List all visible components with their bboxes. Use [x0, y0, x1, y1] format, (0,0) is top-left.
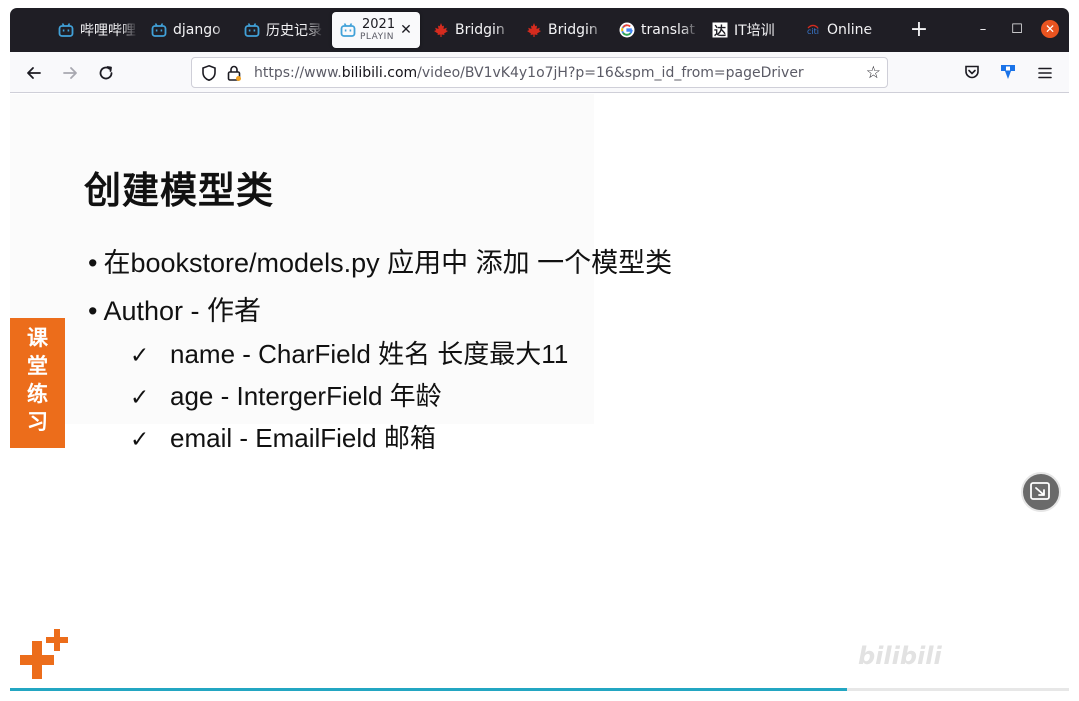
back-button[interactable] [22, 61, 46, 85]
close-window-button[interactable]: ✕ [1041, 20, 1059, 38]
slide-check-item: ✓ name - CharField 姓名 长度最大11 [130, 334, 568, 371]
reload-button[interactable] [94, 61, 118, 85]
tab-history[interactable]: 历史记录 [244, 12, 324, 48]
new-tab-button[interactable]: + [906, 18, 932, 44]
classroom-exercise-badge: 课 堂 练 习 [10, 318, 65, 448]
tab-bridging-2[interactable]: Bridgin [526, 12, 606, 48]
tab-active-video[interactable]: 2021 PLAYIN ✕ [332, 12, 420, 48]
tab-it-training[interactable]: 达 IT培训 [712, 12, 792, 48]
slide-bullet: • 在bookstore/models.py 应用中 添加 一个模型类 [88, 248, 673, 278]
url-text[interactable]: https://www.bilibili.com/video/BV1vK4y1o… [254, 65, 804, 81]
slide-bullet: • Author - 作者 [88, 296, 261, 326]
video-player[interactable]: 创建模型类 • 在bookstore/models.py 应用中 添加 一个模型类… [10, 94, 1069, 691]
close-tab-icon[interactable]: ✕ [398, 22, 414, 38]
svg-text:citi: citi [807, 27, 819, 36]
bullet-text: 在bookstore/models.py 应用中 添加 一个模型类 [103, 248, 673, 278]
shield-icon[interactable] [200, 64, 218, 82]
tab-bridging-1[interactable]: Bridgin [433, 12, 513, 48]
badge-char: 课 [27, 326, 48, 350]
check-text: age - IntergerField 年龄 [170, 381, 442, 411]
checkmark-icon: ✓ [130, 343, 150, 369]
progress-bar[interactable] [10, 688, 847, 691]
bullet-text: Author - 作者 [103, 296, 261, 326]
bilibili-icon [340, 23, 356, 37]
citi-icon: citi [807, 24, 819, 36]
back-arrow-icon [27, 67, 41, 79]
maple-leaf-icon [434, 23, 448, 37]
url-bar[interactable]: https://www.bilibili.com/video/BV1vK4y1o… [191, 57, 888, 88]
tab-translate[interactable]: translat [619, 12, 699, 48]
nav-bar: https://www.bilibili.com/video/BV1vK4y1o… [10, 52, 1069, 93]
lock-icon[interactable] [225, 64, 243, 82]
url-path: /video/BV1vK4y1o7jH?p=16&spm_id_from=pag… [417, 65, 804, 81]
tab-label: Online [827, 22, 873, 38]
tab-playing-label: PLAYIN [360, 32, 394, 42]
bilibili-icon [244, 23, 260, 37]
check-text: name - CharField 姓名 长度最大11 [170, 339, 569, 369]
picture-in-picture-button[interactable] [1021, 472, 1061, 512]
checkmark-icon: ✓ [130, 385, 150, 411]
tab-label: 2021 [362, 16, 396, 32]
badge-char: 练 [27, 382, 48, 406]
check-text: email - EmailField 邮箱 [170, 423, 436, 453]
slide-check-item: ✓ email - EmailField 邮箱 [130, 418, 436, 455]
badge-char: 习 [27, 410, 48, 434]
forward-button[interactable] [58, 61, 82, 85]
slide-title: 创建模型类 [84, 169, 274, 212]
badge-char: 堂 [27, 354, 48, 378]
minimize-button[interactable]: – [973, 20, 993, 40]
url-host: bilibili.com [341, 65, 418, 81]
pip-icon [1030, 482, 1050, 500]
google-icon [619, 22, 635, 38]
maple-leaf-icon [527, 23, 541, 37]
plus-logo-icon [20, 629, 68, 679]
bookmark-star-icon[interactable]: ☆ [866, 63, 881, 83]
checkmark-icon: ✓ [130, 427, 150, 453]
menu-button[interactable] [1033, 61, 1057, 85]
tab-bilibili[interactable]: 哔哩哔哩 [58, 12, 138, 48]
forward-arrow-icon [63, 67, 77, 79]
tab-online[interactable]: citi Online [805, 12, 885, 48]
tab-strip: 哔哩哔哩 django 历史记录 2021 PLAYIN ✕ Bridgin B… [10, 8, 1069, 52]
bilibili-icon [58, 23, 74, 37]
slide-check-item: ✓ age - IntergerField 年龄 [130, 376, 442, 413]
reload-icon [99, 66, 113, 80]
tab-label: IT培训 [734, 23, 775, 39]
bilibili-icon [151, 23, 167, 37]
svg-text:达: 达 [714, 23, 726, 38]
url-prefix: https://www. [254, 65, 342, 81]
bilibili-watermark: bilibili [858, 642, 942, 670]
da-icon: 达 [712, 22, 728, 38]
maximize-button[interactable]: ☐ [1007, 20, 1027, 40]
pocket-icon[interactable] [963, 63, 981, 81]
hamburger-menu-icon [1038, 67, 1052, 79]
extension-icon[interactable] [999, 63, 1017, 81]
tab-django[interactable]: django [151, 12, 231, 48]
